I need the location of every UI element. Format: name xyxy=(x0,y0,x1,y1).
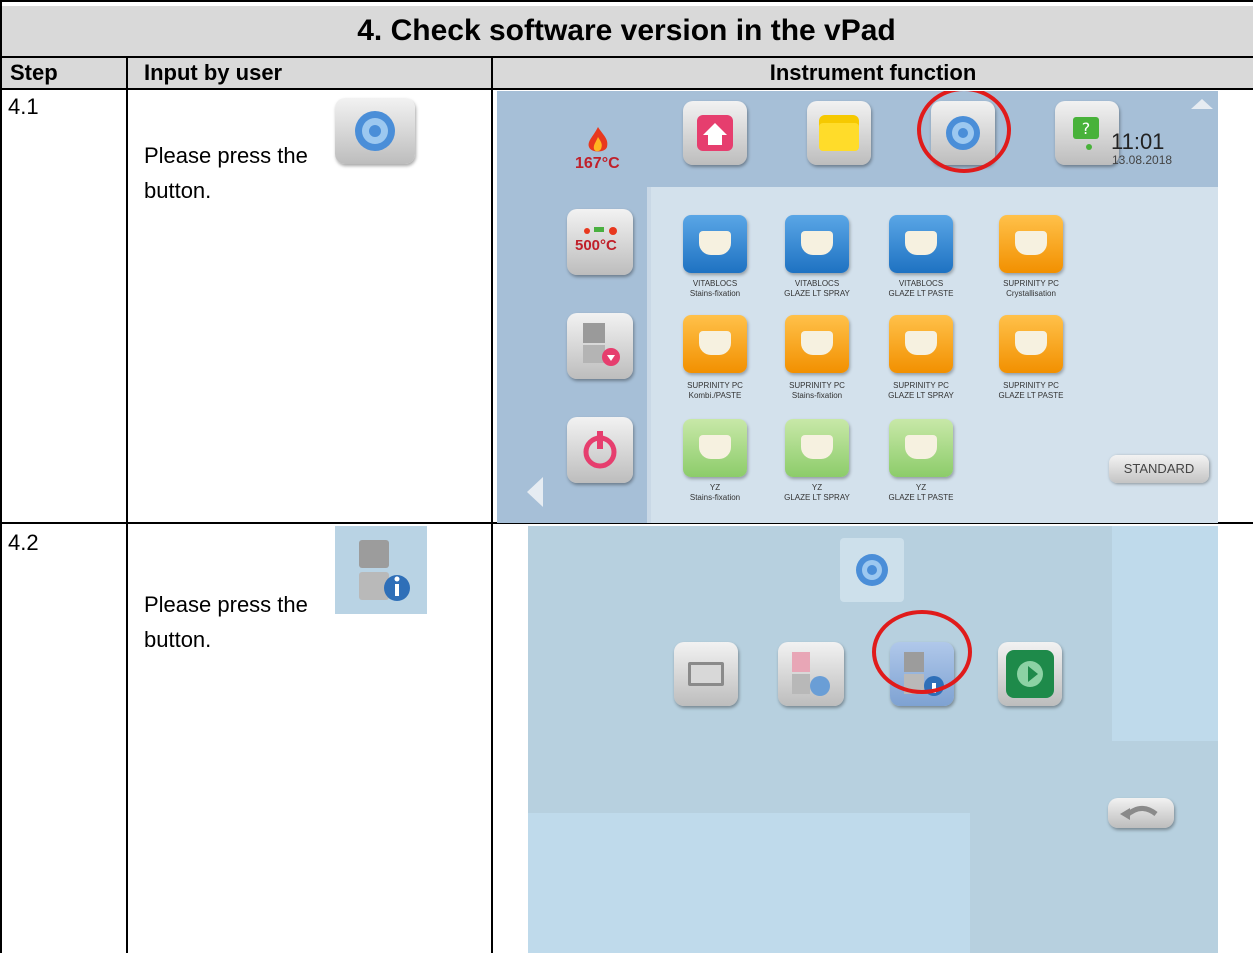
highlight-ring xyxy=(917,91,1011,173)
column-header-function: Instrument function xyxy=(493,58,1253,88)
program-tile[interactable] xyxy=(785,315,849,373)
program-tile[interactable] xyxy=(889,315,953,373)
program-label: YZ Stains-fixation xyxy=(689,483,741,502)
back-arrow-icon xyxy=(1120,806,1158,820)
instruction-text: button. xyxy=(144,627,212,652)
display-settings-button[interactable] xyxy=(674,642,738,706)
help-button[interactable]: ? xyxy=(1055,101,1119,165)
program-tile[interactable] xyxy=(785,215,849,273)
program-tile[interactable] xyxy=(785,419,849,477)
instruction-table: 4. Check software version in the vPad St… xyxy=(0,0,1253,953)
column-header-step: Step xyxy=(2,58,126,88)
device-info-icon xyxy=(359,540,410,601)
svg-text:?: ? xyxy=(1082,119,1091,138)
program-label: YZ GLAZE LT SPRAY xyxy=(784,483,850,502)
program-label: SUPRINITY PC GLAZE LT SPRAY xyxy=(888,381,954,400)
program-label: VITABLOCS Stains-fixation xyxy=(689,279,741,298)
program-label: VITABLOCS GLAZE LT SPRAY xyxy=(784,279,850,298)
programs-folder-button[interactable] xyxy=(807,101,871,165)
program-tile[interactable] xyxy=(683,215,747,273)
vpad-settings-screen xyxy=(528,526,1218,953)
gear-icon xyxy=(355,111,395,151)
furnace-settings-icon xyxy=(792,652,830,696)
step-number: 4.2 xyxy=(8,530,39,555)
furnace-download-icon xyxy=(583,323,620,366)
instruction-text: button. xyxy=(144,178,212,203)
home-icon xyxy=(697,115,733,151)
program-label: SUPRINITY PC GLAZE LT PASTE xyxy=(998,381,1064,400)
program-tile[interactable] xyxy=(999,315,1063,373)
column-header-input: Input by user xyxy=(128,58,491,88)
monitor-icon xyxy=(688,662,724,686)
folder-icon xyxy=(819,115,859,151)
program-label: VITABLOCS GLAZE LT PASTE xyxy=(888,279,954,298)
preheat-temperature: 500°C xyxy=(575,237,617,254)
home-button[interactable] xyxy=(683,101,747,165)
standard-button[interactable]: STANDARD xyxy=(1109,455,1209,483)
flame-icon xyxy=(588,127,608,152)
update-button[interactable] xyxy=(998,642,1062,706)
section-title: 4. Check software version in the vPad xyxy=(0,6,1253,56)
program-tile[interactable] xyxy=(999,215,1063,273)
program-tile[interactable] xyxy=(889,215,953,273)
preheat-button[interactable]: 500°C xyxy=(567,209,633,275)
program-label: SUPRINITY PC Kombi./PASTE xyxy=(687,381,743,400)
power-button[interactable] xyxy=(567,417,633,483)
gear-icon xyxy=(856,554,888,586)
program-tile[interactable] xyxy=(683,419,747,477)
instruction-text: Please press the xyxy=(144,143,308,168)
program-label: SUPRINITY PC Stains-fixation xyxy=(789,381,845,400)
clock-time: 11:01 xyxy=(1111,129,1165,154)
info-button-inline xyxy=(335,526,427,614)
program-tile[interactable] xyxy=(889,419,953,477)
highlight-ring xyxy=(872,610,972,694)
settings-header xyxy=(840,538,904,602)
firing-chamber-button[interactable] xyxy=(567,313,633,379)
refresh-icon xyxy=(1006,650,1054,698)
clock-date: 13.08.2018 xyxy=(1112,153,1173,167)
program-tile[interactable] xyxy=(683,315,747,373)
scroll-left-arrow-icon[interactable] xyxy=(525,475,545,509)
vpad-home-screen: 167°C ? 11:01 13.08.2018 500°C VITABLOCS… xyxy=(497,91,1218,523)
temperature-readout: 167°C xyxy=(575,155,620,172)
program-label: SUPRINITY PC Crystallisation xyxy=(1003,279,1059,298)
furnace-settings-button[interactable] xyxy=(778,642,844,706)
instruction-text: Please press the xyxy=(144,592,308,617)
power-icon xyxy=(583,431,617,469)
help-icon: ? xyxy=(1073,117,1099,150)
settings-button-inline xyxy=(335,98,415,164)
step-number: 4.1 xyxy=(8,94,39,119)
program-label: YZ GLAZE LT PASTE xyxy=(888,483,954,502)
scroll-up-arrow-icon[interactable] xyxy=(1189,97,1215,111)
back-button[interactable] xyxy=(1108,798,1174,828)
